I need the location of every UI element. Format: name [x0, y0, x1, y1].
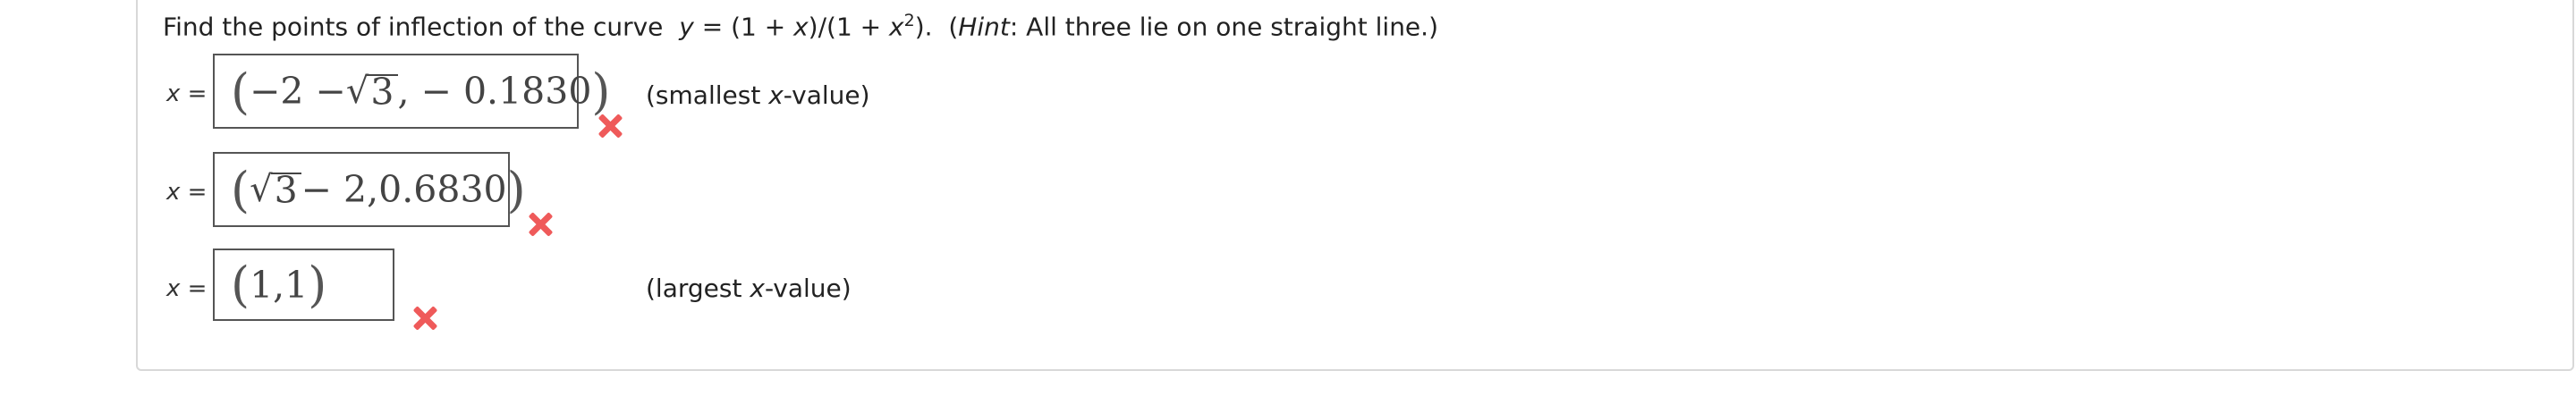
- eq-part-2: )/(1 +: [808, 12, 890, 42]
- answer-3-note-var: x: [750, 274, 765, 303]
- incorrect-icon: [529, 213, 552, 236]
- eq-x-1: x: [793, 12, 809, 42]
- answer-3-post: 1,1: [250, 263, 309, 307]
- answer-1-note: (smallest x-value): [646, 80, 870, 110]
- answer-3-note-close: -value): [764, 274, 852, 303]
- incorrect-icon: [598, 114, 622, 138]
- eq-end: ).: [914, 12, 933, 42]
- eq-part-1: = (1 +: [693, 12, 794, 42]
- answer-2-radical: √: [250, 169, 273, 210]
- answer-2-label: x =: [166, 179, 207, 206]
- answer-2-open-paren: (: [231, 161, 250, 218]
- hint-text: : All three lie on one straight line.): [1009, 12, 1438, 42]
- answer-1-note-close: -value): [783, 80, 870, 110]
- answer-1-label-var: x: [166, 80, 181, 107]
- answer-1-label-eq: =: [180, 80, 208, 107]
- answer-1-field[interactable]: ( −2 − √ 3 , − 0.1830 ): [213, 54, 611, 129]
- answer-3-field[interactable]: ( 1,1 ): [213, 249, 394, 321]
- answer-1-note-open: (smallest: [646, 80, 769, 110]
- answer-1-label: x =: [166, 80, 207, 107]
- answer-3-label: x =: [166, 275, 207, 302]
- eq-x-2: x: [889, 12, 904, 42]
- answer-2-label-eq: =: [180, 179, 208, 206]
- eq-exponent: 2: [903, 11, 915, 30]
- answer-3-note-open: (largest: [646, 274, 750, 303]
- answer-2-post: − 2,0.6830: [301, 168, 507, 211]
- answer-1-radicand: 3: [367, 74, 398, 111]
- answer-1-close-paren: ): [591, 63, 611, 120]
- answer-3-label-eq: =: [180, 275, 208, 302]
- answer-3-open-paren: (: [231, 257, 250, 313]
- answer-3-close-paren: ): [308, 257, 327, 313]
- answer-2-field[interactable]: ( √ 3 − 2,0.6830 ): [213, 152, 526, 227]
- answer-1-pre: −2 −: [250, 70, 346, 113]
- answer-3-note: (largest x-value): [646, 274, 852, 303]
- eq-y: y: [679, 12, 694, 42]
- answer-3-label-var: x: [166, 275, 181, 302]
- answer-1-post: , − 0.1830: [397, 70, 592, 113]
- question-prefix: Find the points of inflection of the cur…: [163, 12, 664, 42]
- answer-1-open-paren: (: [231, 63, 250, 120]
- hint-word: Hint: [958, 12, 1010, 42]
- answer-1-note-var: x: [768, 80, 784, 110]
- answer-2-radicand: 3: [270, 173, 301, 209]
- incorrect-icon: [413, 307, 436, 330]
- question-text: Find the points of inflection of the cur…: [163, 11, 1438, 41]
- answer-2-label-var: x: [166, 179, 181, 206]
- answer-1-radical: √: [345, 71, 369, 112]
- hint-open: (: [948, 12, 959, 42]
- answer-2-close-paren: ): [506, 161, 526, 218]
